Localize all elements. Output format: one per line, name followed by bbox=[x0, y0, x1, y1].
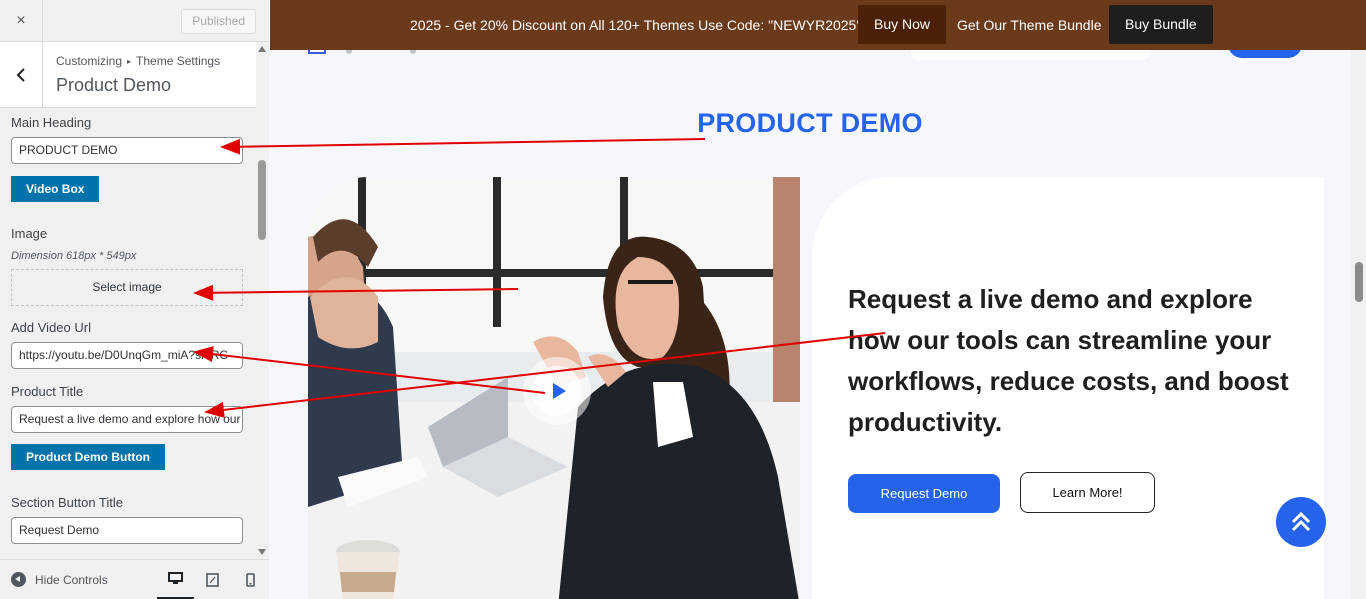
section-button-title-label: Section Button Title bbox=[11, 495, 124, 510]
double-chevron-up-icon bbox=[1291, 511, 1311, 532]
chevron-left-icon bbox=[16, 67, 25, 82]
scroll-to-top-button[interactable] bbox=[1276, 497, 1326, 547]
product-title-input[interactable]: Request a live demo and explore how our … bbox=[11, 406, 243, 433]
mobile-icon bbox=[246, 573, 255, 587]
desktop-icon bbox=[168, 572, 183, 584]
play-icon bbox=[552, 383, 566, 399]
customizer-sidebar: × Published Customizing ▸ Theme Settings P… bbox=[0, 0, 269, 599]
header-search-fragment bbox=[910, 50, 1150, 60]
close-icon[interactable]: × bbox=[0, 0, 43, 42]
section-heading: PRODUCT DEMO bbox=[697, 108, 923, 138]
section-button-title-input[interactable]: Request Demo bbox=[11, 517, 243, 544]
tablet-preview-button[interactable] bbox=[194, 560, 231, 599]
collapse-icon bbox=[11, 572, 26, 587]
header-icon-fragment bbox=[410, 50, 416, 54]
breadcrumb-item: Theme Settings bbox=[136, 54, 221, 68]
tablet-icon bbox=[206, 573, 219, 587]
panel-header: Customizing ▸ Theme Settings Product Demo bbox=[0, 42, 256, 108]
select-image-button[interactable]: Select image bbox=[11, 269, 243, 306]
breadcrumb: Customizing ▸ Theme Settings bbox=[56, 54, 220, 68]
desktop-preview-button[interactable] bbox=[157, 560, 194, 599]
site-preview: 2025 - Get 20% Discount on All 120+ Them… bbox=[270, 0, 1366, 599]
buy-now-button[interactable]: Buy Now bbox=[858, 5, 947, 44]
image-dimension-note: Dimension 618px * 549px bbox=[11, 250, 137, 262]
preview-scrollbar-thumb[interactable] bbox=[1355, 262, 1363, 302]
product-title: Request a live demo and explore how our … bbox=[848, 284, 1289, 437]
breadcrumb-item: Customizing bbox=[56, 54, 123, 68]
main-heading-input[interactable]: PRODUCT DEMO bbox=[11, 137, 243, 164]
video-url-label: Add Video Url bbox=[11, 320, 91, 335]
header-icon-fragment bbox=[346, 50, 352, 54]
product-demo-card: Request a live demo and explore how our … bbox=[812, 177, 1324, 599]
scrollbar-thumb[interactable] bbox=[258, 160, 266, 240]
product-title-label: Product Title bbox=[11, 384, 84, 399]
preview-scrollbar[interactable] bbox=[1351, 50, 1366, 599]
publish-button[interactable]: Published bbox=[181, 9, 256, 34]
hide-controls-button[interactable]: Hide Controls bbox=[11, 572, 108, 587]
image-label: Image bbox=[11, 226, 48, 241]
play-video-button[interactable] bbox=[523, 357, 591, 425]
promo-bar: 2025 - Get 20% Discount on All 120+ Them… bbox=[270, 0, 1366, 50]
customizer-topbar: × Published bbox=[0, 0, 269, 42]
controls-list: Main Heading PRODUCT DEMO Video Box Imag… bbox=[0, 108, 256, 559]
breadcrumb-separator: ▸ bbox=[127, 57, 132, 66]
scroll-up-icon[interactable] bbox=[258, 46, 266, 52]
video-box-button[interactable]: Video Box bbox=[11, 176, 100, 202]
scroll-down-icon[interactable] bbox=[258, 549, 266, 555]
main-heading-label: Main Heading bbox=[11, 115, 92, 130]
back-button[interactable] bbox=[0, 42, 43, 107]
customizer-footer: Hide Controls bbox=[0, 559, 269, 599]
play-button-inner bbox=[532, 366, 582, 416]
video-url-input[interactable]: https://youtu.be/D0UnqGm_miA?si=RC bbox=[11, 342, 243, 369]
request-demo-button[interactable]: Request Demo bbox=[848, 474, 1000, 513]
mobile-preview-button[interactable] bbox=[232, 560, 269, 599]
hide-controls-label: Hide Controls bbox=[35, 572, 108, 587]
panel-title: Product Demo bbox=[56, 75, 172, 95]
product-demo-button-section[interactable]: Product Demo Button bbox=[11, 444, 165, 470]
learn-more-button[interactable]: Learn More! bbox=[1020, 472, 1155, 513]
buy-bundle-button[interactable]: Buy Bundle bbox=[1109, 5, 1213, 44]
bundle-text: Get Our Theme Bundle bbox=[957, 17, 1102, 33]
promo-text: 2025 - Get 20% Discount on All 120+ Them… bbox=[410, 17, 862, 33]
sidebar-scrollbar[interactable] bbox=[256, 42, 269, 559]
